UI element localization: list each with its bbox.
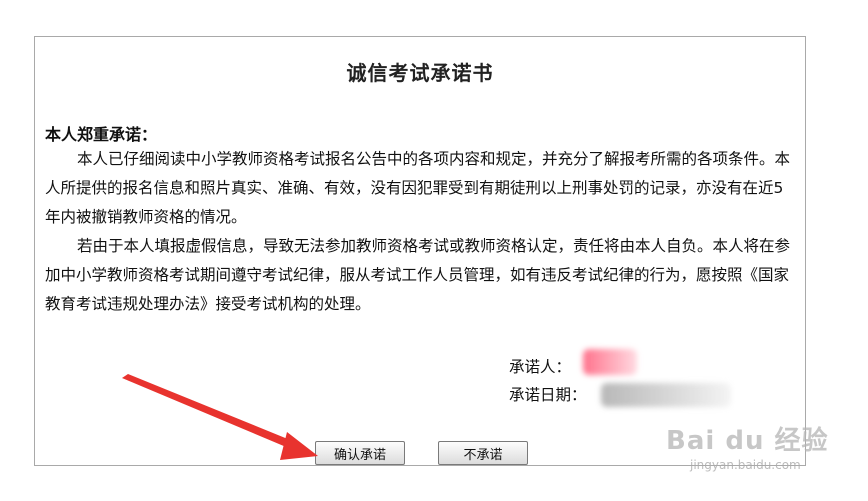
confirm-pledge-button[interactable]: 确认承诺: [315, 441, 405, 465]
promise-date-label: 承诺日期：: [509, 386, 587, 404]
redacted-promiser-name: [583, 349, 637, 375]
pledge-paragraph-1: 本人已仔细阅读中小学教师资格考试报名公告中的各项内容和规定，并充分了解报考所需的…: [45, 150, 791, 226]
promiser-label: 承诺人：: [509, 358, 572, 376]
pledge-heading: 本人郑重承诺：: [45, 125, 158, 144]
pledge-paragraph-2: 若由于本人填报虚假信息，导致无法参加教师资格考试或教师资格认定，责任将由本人自负…: [45, 237, 791, 313]
pledge-title: 诚信考试承诺书: [346, 61, 494, 85]
baidu-watermark-url: jingyan.baidu.com: [690, 458, 801, 472]
decline-pledge-button[interactable]: 不承诺: [438, 441, 528, 465]
redacted-promise-date: [601, 383, 731, 407]
pledge-panel: 诚信考试承诺书 本人郑重承诺： 本人已仔细阅读中小学教师资格考试报名公告中的各项…: [34, 36, 806, 466]
baidu-watermark-logo: Bai du 经验: [666, 426, 829, 456]
